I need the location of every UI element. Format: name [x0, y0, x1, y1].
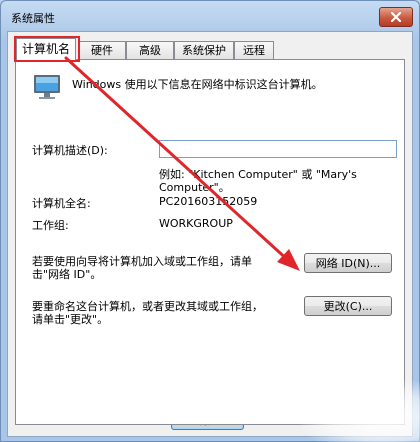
example-text-line2: Computer"。 — [159, 181, 230, 194]
intro-text: Windows 使用以下信息在网络中标识这台计算机。 — [72, 78, 323, 91]
full-name-value: PC201603152059 — [159, 195, 258, 208]
close-icon — [390, 12, 402, 22]
tab-advanced[interactable]: 高级 — [126, 41, 174, 59]
change-text-line2: 请单击"更改"。 — [32, 313, 109, 326]
network-id-text-line2: 击"网络 ID"。 — [32, 268, 102, 281]
system-properties-dialog: 系统属性 计算机名 硬件 高级 系统保护 远程 Windows 使用以下信息在网… — [0, 0, 420, 442]
title-bar[interactable]: 系统属性 — [1, 1, 419, 31]
computer-icon — [34, 75, 60, 99]
full-name-label: 计算机全名: — [32, 197, 91, 210]
tab-system-protection[interactable]: 系统保护 — [174, 41, 234, 59]
description-label: 计算机描述(D): — [32, 144, 108, 157]
description-input[interactable] — [159, 140, 397, 158]
close-button[interactable] — [379, 7, 413, 27]
tab-remote[interactable]: 远程 — [234, 41, 274, 59]
tab-hardware[interactable]: 硬件 — [78, 41, 126, 59]
tab-computer-name[interactable]: 计算机名 — [16, 38, 76, 60]
workgroup-label: 工作组: — [32, 219, 69, 232]
change-button[interactable]: 更改(C)... — [304, 296, 392, 316]
window-title: 系统属性 — [11, 12, 55, 25]
workgroup-value: WORKGROUP — [159, 217, 233, 230]
computer-name-panel: Windows 使用以下信息在网络中标识这台计算机。 计算机描述(D): 例如:… — [15, 59, 405, 425]
network-id-button[interactable]: 网络 ID(N)... — [304, 253, 392, 273]
dialog-body: 计算机名 硬件 高级 系统保护 远程 Windows 使用以下信息在网络中标识这… — [7, 31, 413, 437]
